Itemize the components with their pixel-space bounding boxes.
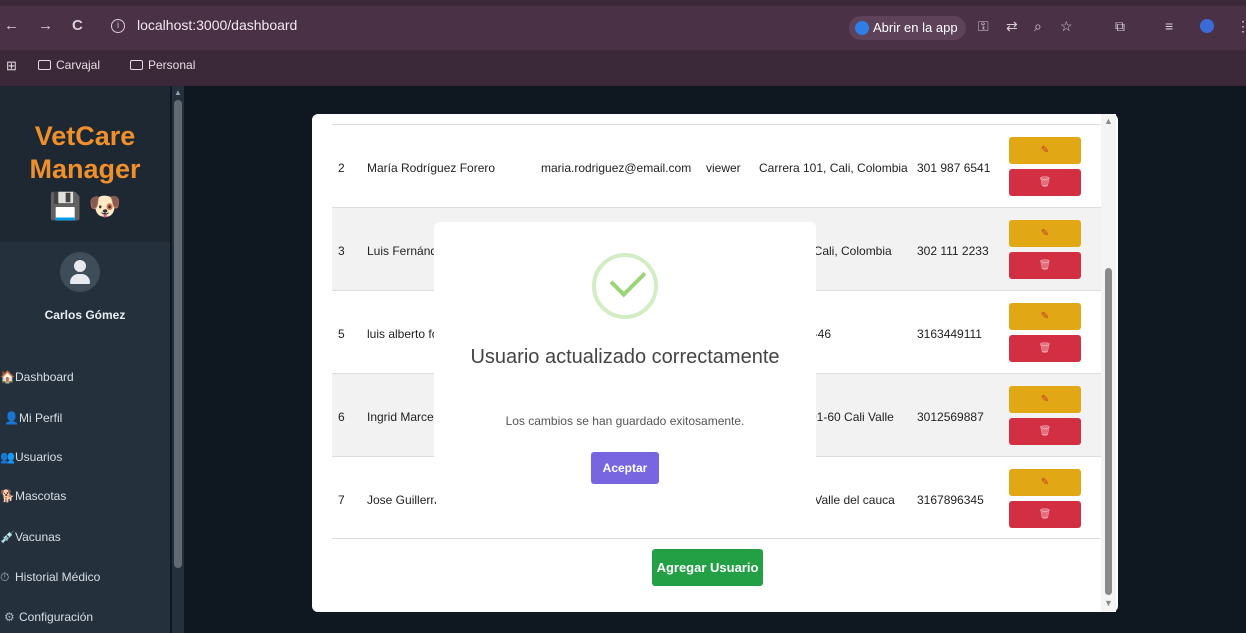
history-icon: ⏱ (0, 570, 10, 584)
accept-button[interactable]: Aceptar (591, 452, 659, 484)
back-icon[interactable]: ← (4, 17, 19, 34)
success-modal: Usuario actualizado correctamente Los ca… (434, 222, 816, 504)
reload-icon[interactable]: C (72, 17, 83, 34)
cell-name: Jose Guillerm (367, 493, 441, 507)
user-icon: 👤 (4, 411, 19, 425)
user-avatar-icon (60, 252, 100, 292)
users-icon: 👥 (0, 450, 15, 464)
cell-phone: 3012569887 (917, 410, 984, 424)
table-row: 2 María Rodríguez Forero maria.rodriguez… (332, 124, 1107, 207)
sidebar-item-configuracion[interactable]: ⚙ Configuración (4, 610, 174, 624)
sidebar-item-mascotas[interactable]: 🐕Mascotas (0, 489, 170, 503)
zoom-icon[interactable]: ⌕ (1034, 18, 1042, 35)
delete-button[interactable]: 🗑 (1009, 252, 1081, 279)
delete-button[interactable]: 🗑 (1009, 169, 1081, 196)
modal-message: Los cambios se han guardado exitosamente… (505, 414, 745, 428)
sidebar-item-vacunas[interactable]: 💉Vacunas (0, 530, 170, 544)
profile-avatar[interactable] (1200, 19, 1214, 33)
gear-icon: ⚙ (4, 610, 15, 624)
table-scrollbar-thumb[interactable] (1105, 268, 1112, 595)
username: Carlos Gómez (44, 308, 126, 322)
cell-id: 7 (338, 493, 345, 507)
add-user-button[interactable]: Agregar Usuario (652, 549, 763, 586)
apps-grid-icon[interactable]: ⊞ (6, 58, 17, 74)
app-logo-text: VetCare Manager (29, 121, 141, 184)
cell-address: , Cali, Colombia (807, 244, 892, 258)
react-icon (855, 21, 869, 35)
sidebar-item-historial-medico[interactable]: ⏱ Historial Médico (0, 570, 170, 585)
bookmark-carvajal[interactable]: Carvajal (38, 58, 100, 72)
translate-icon[interactable]: ⇄ (1006, 18, 1018, 35)
scroll-down-arrow-icon[interactable]: ▼ (1104, 598, 1113, 608)
sidebar-item-label: Usuarios (15, 450, 63, 464)
sidebar-item-label: Vacunas (15, 530, 61, 544)
sidebar-scrollbar-thumb[interactable] (174, 100, 182, 568)
password-key-icon[interactable]: ⚿ (978, 18, 989, 35)
cell-name: Luis Fernánd (367, 244, 438, 258)
home-icon: 🏠 (0, 370, 15, 384)
bookmark-personal[interactable]: Personal (130, 58, 195, 72)
sidebar-item-mi-perfil[interactable]: 👤Mi Perfil (4, 411, 174, 425)
folder-icon (130, 60, 143, 70)
folder-icon (38, 60, 51, 70)
delete-button[interactable]: 🗑 (1009, 418, 1081, 445)
cell-id: 2 (338, 161, 345, 175)
cell-phone: 301 987 6541 (917, 161, 991, 175)
edit-button[interactable]: ✎ (1009, 386, 1081, 413)
open-in-app-label: Abrir en la app (873, 20, 958, 35)
forward-icon[interactable]: → (38, 17, 53, 34)
bookmark-label: Personal (148, 58, 196, 72)
cell-address: Carrera 101, Cali, Colombia (759, 161, 908, 175)
cell-phone: 302 111 2233 (917, 244, 989, 258)
cell-name: Ingrid Marce (367, 410, 434, 424)
sidebar-item-label: Dashboard (15, 370, 74, 384)
bookmark-label: Carvajal (56, 58, 101, 72)
cell-name: María Rodríguez Forero (367, 161, 496, 175)
dog-icon: 🐕 (0, 489, 15, 503)
modal-title: Usuario actualizado correctamente (470, 346, 780, 368)
delete-button[interactable]: 🗑 (1009, 335, 1081, 362)
cell-phone: 3167896345 (917, 493, 984, 507)
sidebar-item-label: Historial Médico (15, 570, 101, 584)
sidebar-item-usuarios[interactable]: 👥Usuarios (0, 450, 170, 464)
cell-address: - Valle del cauca (807, 493, 895, 507)
brand-block: VetCare Manager 💾 🐶 (0, 86, 170, 242)
cell-phone: 3163449111 (917, 327, 982, 341)
cell-id: 5 (338, 327, 345, 341)
scroll-up-arrow-icon[interactable]: ▲ (1104, 116, 1113, 126)
sidebar-item-dashboard[interactable]: 🏠Dashboard (0, 370, 170, 384)
reading-list-icon[interactable]: ≡ (1165, 18, 1173, 34)
cell-address: 01-60 Cali Valle (810, 410, 894, 424)
edit-button[interactable]: ✎ (1009, 469, 1081, 496)
open-in-app-button[interactable]: Abrir en la app (849, 16, 966, 40)
menu-icon[interactable]: ⋮ (1236, 18, 1246, 35)
delete-button[interactable]: 🗑 (1009, 501, 1081, 528)
sidebar-item-label: Mi Perfil (19, 411, 63, 425)
cell-id: 3 (338, 244, 345, 258)
site-info-icon[interactable]: i (111, 19, 125, 33)
extensions-icon[interactable]: ⧉ (1115, 18, 1125, 35)
table-divider (332, 538, 1107, 539)
edit-button[interactable]: ✎ (1009, 303, 1081, 330)
edit-button[interactable]: ✎ (1009, 220, 1081, 247)
address-bar[interactable]: localhost:3000/dashboard (137, 17, 297, 33)
sidebar-item-label: Mascotas (15, 489, 67, 503)
syringe-icon: 💉 (0, 530, 15, 544)
sidebar: VetCare Manager 💾 🐶 Carlos Gómez 🏠Dashboa… (0, 86, 170, 633)
success-check-icon (592, 253, 658, 319)
cell-name: luis alberto fo (367, 327, 439, 341)
scroll-up-arrow-icon[interactable]: ▲ (174, 88, 182, 97)
brand-icons: 💾 🐶 (49, 191, 121, 221)
edit-button[interactable]: ✎ (1009, 137, 1081, 164)
cell-email: maria.rodriguez@email.com (541, 161, 692, 175)
bookmark-star-icon[interactable]: ☆ (1060, 18, 1073, 35)
cell-id: 6 (338, 410, 345, 424)
cell-role: viewer (706, 161, 741, 175)
sidebar-item-label: Configuración (19, 610, 94, 624)
